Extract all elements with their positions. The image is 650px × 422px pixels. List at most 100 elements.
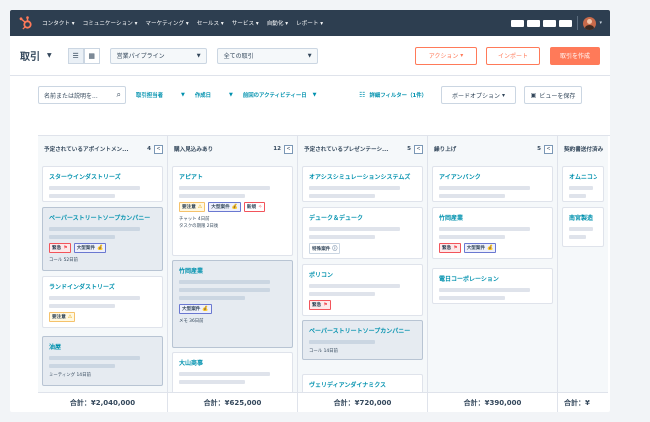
column-header: 契約書送付済み: [558, 136, 608, 162]
deal-card[interactable]: ポリコン 緊急 ⚑: [302, 264, 423, 316]
placeholder-bar: [49, 364, 116, 368]
deal-card[interactable]: ペーパーストリートソープカンパニー 緊急 ⚑ 大型案件 💰 コール 52日前: [42, 207, 163, 271]
list-view-icon[interactable]: ☰: [67, 47, 84, 64]
placeholder-bar: [439, 194, 506, 198]
column-title: 予定されているプレゼンテーシ...: [304, 147, 389, 153]
pipeline-column: 予定されているアポイントメン... 4 < スターウインダストリーズ ペーパーストリート…: [38, 136, 168, 412]
collapse-column-icon[interactable]: <: [284, 144, 293, 154]
column-total: 合計：¥720,000: [298, 392, 427, 412]
last-activity-filter[interactable]: 前回のアクティビティー日 ▼: [243, 91, 317, 99]
create-deal-button-label: 取引を作成: [559, 53, 590, 60]
owner-filter[interactable]: 取引担当者 ▼: [136, 91, 185, 99]
pipeline-select[interactable]: 営業パイプライン ▼: [109, 47, 207, 64]
placeholder-bar: [439, 288, 530, 292]
deal-name-link[interactable]: ペーパーストリートソープカンパニー: [309, 326, 416, 335]
advanced-filters-link[interactable]: ☷ 詳細フィルター（1件）: [359, 91, 427, 99]
placeholder-bar: [179, 296, 246, 300]
top-nav: コンタクト ▾ コミュニケーション ▾ マーケティング ▾ セールス ▾ サービ…: [10, 10, 610, 36]
deal-tag: 特殊案件 ⓘ: [309, 243, 341, 254]
moneybag-icon: 💰: [231, 204, 238, 210]
user-avatar[interactable]: [583, 16, 597, 30]
save-view-button[interactable]: ▣ ビューを保存: [524, 86, 582, 104]
tag-list: 要注意 ⚠ 大型案件 💰 新規 ✧: [179, 202, 286, 215]
save-view-label: ビューを保存: [539, 92, 576, 100]
deal-name-link[interactable]: オアシスシミュレーションシステムズ: [309, 172, 416, 181]
deal-name-link[interactable]: スターウインダストリーズ: [49, 172, 156, 181]
collapse-column-icon[interactable]: <: [544, 144, 553, 154]
collapse-column-icon[interactable]: <: [414, 144, 423, 154]
nav-utility-button[interactable]: [511, 19, 525, 27]
tag-list: 緊急 ⚑ 大型案件 💰: [439, 243, 546, 256]
collapse-column-icon[interactable]: <: [154, 144, 163, 154]
deal-card[interactable]: アイアンバンク: [432, 166, 553, 202]
column-count: 4: [147, 146, 151, 152]
deal-card[interactable]: オアシスシミュレーションシステムズ: [302, 166, 423, 202]
deal-card[interactable]: 南宮製造: [562, 207, 604, 247]
nav-utility-button[interactable]: [559, 19, 573, 27]
deal-card[interactable]: 竹岡産業 大型案件 💰 メモ 36日前: [172, 260, 293, 348]
create-deal-button[interactable]: 取引を作成: [550, 46, 600, 65]
deal-card[interactable]: ペーパーストリートソープカンパニー コール 14日前: [302, 320, 423, 360]
tag-label: 新規: [246, 205, 257, 210]
deal-card[interactable]: オムニコンシュ: [562, 166, 604, 202]
column-count: 5: [537, 146, 541, 152]
board-options-button[interactable]: ボードオプション ▾: [441, 86, 516, 104]
search-input[interactable]: 名前または説明を... ⌕: [38, 86, 126, 104]
nav-marketing[interactable]: マーケティング ▾: [145, 19, 188, 27]
tag-list: 大型案件 💰: [179, 304, 286, 317]
deal-name-link[interactable]: アイアンバンク: [439, 172, 546, 181]
chevron-down-icon[interactable]: ▾: [599, 20, 602, 26]
placeholder-bar: [179, 280, 270, 284]
deal-name-link[interactable]: 電日コーポレーション: [439, 274, 546, 283]
deals-select-value: 全ての取引: [223, 53, 254, 60]
page-title[interactable]: 取引: [20, 48, 40, 63]
deal-name-link[interactable]: ランドインダストリーズ: [49, 282, 156, 291]
deal-name-link[interactable]: 油屋: [49, 342, 156, 351]
tag-label: 大型案件: [76, 246, 96, 251]
nav-conversations[interactable]: コミュニケーション ▾: [83, 19, 138, 27]
deal-name-link[interactable]: アピアト: [179, 172, 286, 181]
owner-filter-label: 取引担当者: [136, 93, 163, 99]
placeholder-bar: [309, 292, 376, 296]
app-frame: コンタクト ▾ コミュニケーション ▾ マーケティング ▾ セールス ▾ サービ…: [10, 10, 610, 412]
deal-name-link[interactable]: ペーパーストリートソープカンパニー: [49, 213, 156, 222]
deal-name-link[interactable]: デューク＆デューク: [309, 213, 416, 222]
nav-utility-button[interactable]: [543, 19, 557, 27]
nav-service[interactable]: サービス ▾: [232, 19, 259, 27]
import-button[interactable]: インポート: [486, 46, 540, 65]
placeholder-bar: [49, 296, 140, 300]
deals-filter-select[interactable]: 全ての取引 ▼: [216, 47, 318, 64]
board-view-icon[interactable]: ▦: [83, 47, 100, 64]
deal-card[interactable]: ランドインダストリーズ 要注意 ⚠: [42, 276, 163, 328]
hubspot-logo-icon[interactable]: [18, 15, 34, 31]
nav-contacts[interactable]: コンタクト ▾: [42, 19, 75, 27]
deal-name-link[interactable]: 竹岡産業: [439, 213, 546, 222]
deal-card[interactable]: デューク＆デューク 特殊案件 ⓘ: [302, 207, 423, 259]
deal-name-link[interactable]: オムニコンシュ: [569, 172, 597, 181]
actions-button[interactable]: アクション ▾: [415, 46, 477, 65]
tag-label: 特殊案件: [312, 246, 331, 252]
deal-name-link[interactable]: ヴェリディアンダイナミクス: [309, 380, 416, 389]
column-title: 予定されているアポイントメン...: [44, 147, 129, 153]
activity-meta: ミーティング 14日前: [49, 373, 91, 378]
advanced-filters-label: 詳細フィルター（1件）: [369, 93, 427, 99]
created-date-filter[interactable]: 作成日 ▼: [195, 91, 233, 99]
deal-card[interactable]: スターウインダストリーズ: [42, 166, 163, 202]
deal-name-link[interactable]: ポリコン: [309, 270, 416, 279]
tag-label: 大型案件: [466, 246, 486, 251]
moneybag-icon: 💰: [97, 245, 104, 251]
deal-card[interactable]: アピアト 要注意 ⚠ 大型案件 💰 新規 ✧ チャット 4日前 タスクの期限 2日後: [172, 166, 293, 256]
deal-card[interactable]: 電日コーポレーション: [432, 268, 553, 304]
deal-name-link[interactable]: 南宮製造: [569, 213, 597, 222]
deal-card[interactable]: 竹岡産業 緊急 ⚑ 大型案件 💰: [432, 207, 553, 259]
nav-reports[interactable]: レポート ▾: [296, 19, 323, 27]
deal-name-link[interactable]: 大山商事: [179, 358, 286, 367]
chevron-down-icon[interactable]: ▼: [47, 52, 52, 59]
nav-sales[interactable]: セールス ▾: [197, 19, 224, 27]
tag-label: 要注意: [182, 205, 196, 210]
deal-card[interactable]: 油屋ミーティング 14日前: [42, 336, 163, 386]
nav-utility-button[interactable]: [527, 19, 541, 27]
nav-automation[interactable]: 自動化 ▾: [267, 19, 288, 27]
deal-tag: 緊急 ⚑: [439, 243, 461, 253]
deal-name-link[interactable]: 竹岡産業: [179, 266, 286, 275]
